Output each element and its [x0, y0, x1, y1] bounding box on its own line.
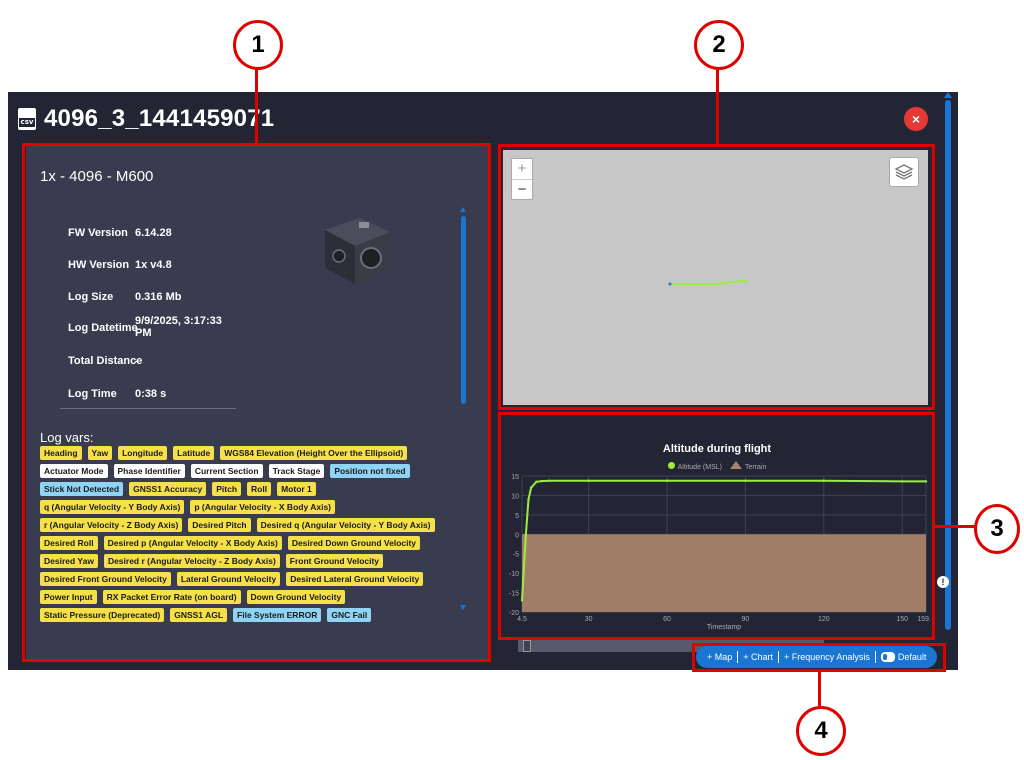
annotation-badge-4: 4 — [796, 706, 846, 756]
annotation-badge-3: 3 — [974, 504, 1020, 554]
annotation-frame-2 — [498, 144, 935, 410]
scroll-up-icon[interactable] — [944, 92, 952, 98]
annotation-connector-4 — [818, 672, 821, 710]
window-scrollbar[interactable] — [945, 100, 951, 628]
range-slider-handle[interactable] — [523, 640, 531, 652]
annotation-frame-4 — [692, 643, 946, 672]
close-icon[interactable]: × — [904, 107, 928, 131]
annotation-frame-1 — [22, 143, 491, 662]
window-title: 4096_3_1441459071 — [44, 105, 275, 132]
annotation-connector-2 — [716, 66, 719, 144]
annotation-badge-2: 2 — [694, 20, 744, 70]
chat-icon[interactable]: ! — [937, 576, 949, 588]
annotation-badge-1: 1 — [233, 20, 283, 70]
annotation-connector-1 — [255, 66, 258, 144]
csv-file-icon: csv — [18, 108, 36, 130]
window-title-bar: csv 4096_3_1441459071 — [18, 104, 274, 134]
window-scrollbar-lower[interactable] — [945, 596, 951, 630]
annotation-connector-3 — [935, 525, 977, 528]
annotation-frame-3 — [498, 412, 935, 640]
